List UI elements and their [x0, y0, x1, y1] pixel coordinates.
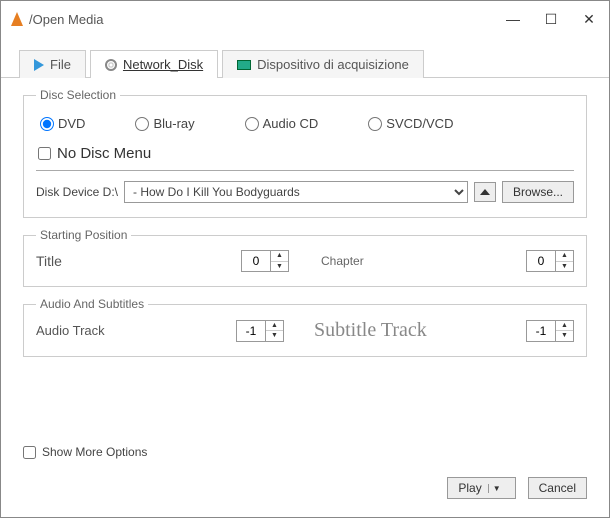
- browse-button[interactable]: Browse...: [502, 181, 574, 203]
- disc-icon: [105, 59, 117, 71]
- device-row: Disk Device D:\ - How Do I Kill You Body…: [36, 181, 574, 203]
- title-spinner[interactable]: ▲▼: [241, 250, 289, 272]
- up-icon[interactable]: ▲: [271, 251, 288, 262]
- titlebar: /Open Media — ☐ ✕: [1, 1, 609, 37]
- show-more-checkbox[interactable]: [23, 446, 36, 459]
- show-more-label: Show More Options: [42, 445, 147, 459]
- window-controls: — ☐ ✕: [503, 11, 599, 28]
- cancel-button[interactable]: Cancel: [528, 477, 587, 499]
- subtitle-track-input[interactable]: [527, 321, 555, 341]
- audio-track-label: Audio Track: [36, 323, 216, 338]
- disc-selection-group: Disc Selection DVD Blu-ray Audio CD SVCD…: [23, 88, 587, 218]
- tab-disk-label: Network_Disk: [123, 57, 203, 72]
- play-label: Play: [458, 481, 481, 495]
- eject-button[interactable]: [474, 182, 496, 202]
- device-label: Disk Device D:\: [36, 185, 118, 199]
- position-legend: Starting Position: [36, 228, 131, 242]
- up-icon[interactable]: ▲: [556, 321, 573, 332]
- down-icon[interactable]: ▼: [556, 331, 573, 341]
- subtitle-track-label: Subtitle Track: [314, 319, 506, 342]
- maximize-button[interactable]: ☐: [541, 11, 561, 28]
- down-icon[interactable]: ▼: [266, 331, 283, 341]
- play-dropdown-icon[interactable]: ▼: [488, 484, 505, 493]
- chapter-label: Chapter: [321, 254, 506, 268]
- close-button[interactable]: ✕: [579, 11, 599, 28]
- position-row: Title ▲▼ Chapter ▲▼: [36, 250, 574, 272]
- radio-svcd[interactable]: SVCD/VCD: [368, 116, 453, 131]
- no-menu-checkbox[interactable]: [38, 147, 51, 160]
- title-label: Title: [36, 253, 221, 269]
- play-button[interactable]: Play ▼: [447, 477, 515, 499]
- audio-row: Audio Track ▲▼ Subtitle Track ▲▼: [36, 319, 574, 342]
- no-menu-label: No Disc Menu: [57, 145, 151, 162]
- down-icon[interactable]: ▼: [271, 262, 288, 272]
- action-row: Play ▼ Cancel: [23, 477, 587, 499]
- down-icon[interactable]: ▼: [556, 262, 573, 272]
- audio-track-spinner[interactable]: ▲▼: [236, 320, 284, 342]
- chapter-input[interactable]: [527, 251, 555, 271]
- show-more-options[interactable]: Show More Options: [23, 445, 587, 459]
- radio-audiocd[interactable]: Audio CD: [245, 116, 319, 131]
- file-icon: [34, 59, 44, 71]
- disc-type-row: DVD Blu-ray Audio CD SVCD/VCD: [36, 110, 574, 141]
- title-input[interactable]: [242, 251, 270, 271]
- audio-subtitles-group: Audio And Subtitles Audio Track ▲▼ Subti…: [23, 297, 587, 357]
- window-title: /Open Media: [29, 12, 503, 27]
- starting-position-group: Starting Position Title ▲▼ Chapter ▲▼: [23, 228, 587, 287]
- eject-icon: [480, 189, 490, 195]
- tab-device[interactable]: Dispositivo di acquisizione: [222, 50, 424, 78]
- audio-track-input[interactable]: [237, 321, 265, 341]
- device-icon: [237, 60, 251, 70]
- audio-legend: Audio And Subtitles: [36, 297, 148, 311]
- chapter-spinner[interactable]: ▲▼: [526, 250, 574, 272]
- footer: Show More Options Play ▼ Cancel: [1, 433, 609, 517]
- up-icon[interactable]: ▲: [266, 321, 283, 332]
- vlc-icon: [11, 12, 23, 26]
- tabs: File Network_Disk Dispositivo di acquisi…: [1, 49, 609, 78]
- minimize-button[interactable]: —: [503, 11, 523, 28]
- tab-device-label: Dispositivo di acquisizione: [257, 57, 409, 72]
- radio-bluray[interactable]: Blu-ray: [135, 116, 194, 131]
- subtitle-track-spinner[interactable]: ▲▼: [526, 320, 574, 342]
- disc-selection-legend: Disc Selection: [36, 88, 120, 102]
- no-menu-row: No Disc Menu: [36, 141, 574, 171]
- tab-disk[interactable]: Network_Disk: [90, 50, 218, 78]
- body: Disc Selection DVD Blu-ray Audio CD SVCD…: [1, 78, 609, 433]
- tab-file[interactable]: File: [19, 50, 86, 78]
- open-media-window: /Open Media — ☐ ✕ File Network_Disk Disp…: [0, 0, 610, 518]
- tab-file-label: File: [50, 57, 71, 72]
- device-select[interactable]: - How Do I Kill You Bodyguards: [124, 181, 468, 203]
- radio-dvd[interactable]: DVD: [40, 116, 85, 131]
- up-icon[interactable]: ▲: [556, 251, 573, 262]
